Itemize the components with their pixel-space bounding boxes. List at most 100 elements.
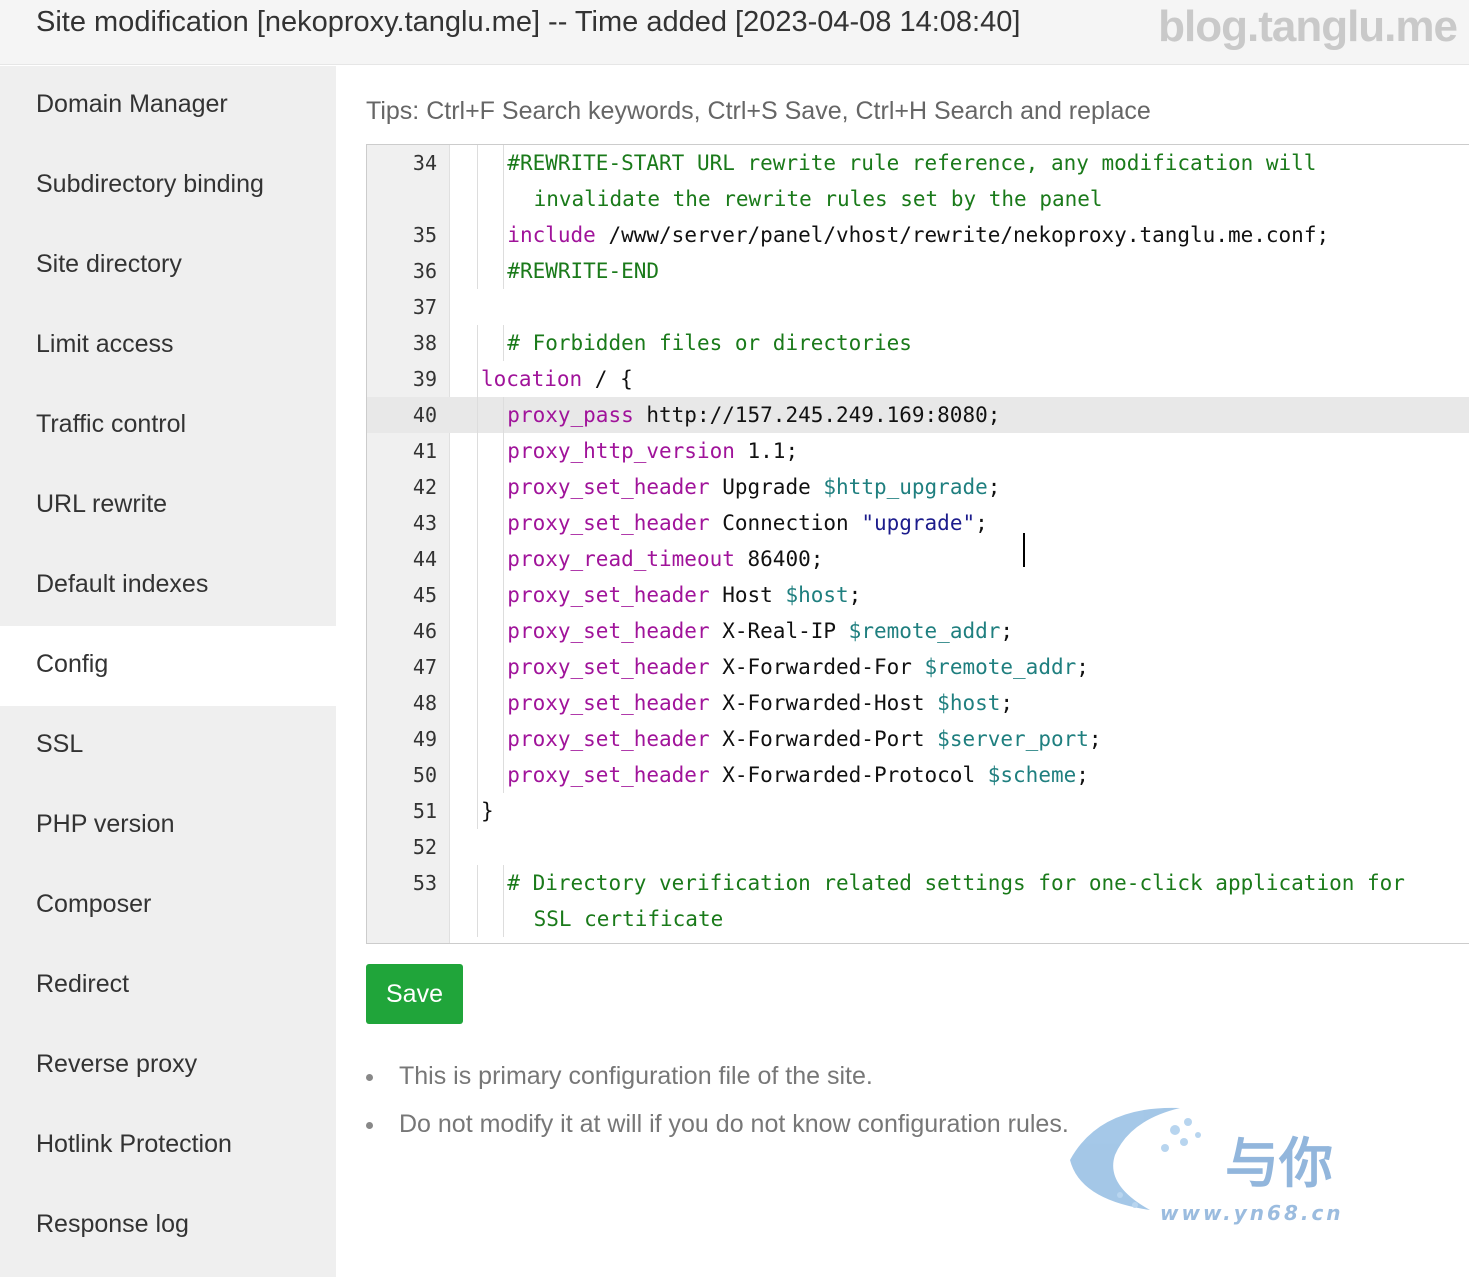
indent-guide [503,865,505,901]
code-line[interactable]: 46 proxy_set_header X-Real-IP $remote_add… [367,613,1469,649]
sidebar-item-label: Reverse proxy [36,1050,198,1078]
code-line[interactable]: 39 location / { [367,361,1469,397]
code-token: ; [1088,727,1102,751]
code-text: proxy_set_header X-Forwarded-Host $host; [507,685,1013,721]
indent-guide [503,217,505,253]
dialog-title: Site modification [nekoproxy.tanglu.me] … [36,6,1021,38]
sidebar-item-php-version[interactable]: PHP version [0,786,336,866]
indent-guide [503,721,505,757]
sidebar-item-ssl[interactable]: SSL [0,706,336,786]
code-line[interactable]: 45 proxy_set_header Host $host; [367,577,1469,613]
sidebar-item-label: Domain Manager [36,90,228,118]
indent-guide [477,397,478,433]
code-text: location / { [481,361,633,397]
indent-guide [503,397,505,433]
indent-guide [477,757,478,793]
sidebar-item-label: Composer [36,890,152,918]
code-line[interactable]: 51} [367,793,1469,829]
indent-guide [477,181,478,217]
code-line[interactable]: 49 proxy_set_header X-Forwarded-Port $ser… [367,721,1469,757]
sidebar-item-domain-manager[interactable]: Domain Manager [0,66,336,146]
code-line[interactable]: 44 proxy_read_timeout 86400; [367,541,1469,577]
indent-guide [477,361,478,397]
editor-tips: Tips: Ctrl+F Search keywords, Ctrl+S Sav… [366,97,1151,125]
indent-guide [477,541,478,577]
code-keyword: proxy_http_version [507,439,735,463]
config-code-editor[interactable]: 34 #REWRITE-START URL rewrite rule refere… [366,144,1469,944]
code-keyword: proxy_pass [507,403,634,427]
indent-guide [503,577,505,613]
code-line[interactable]: 41 proxy_http_version 1.1; [367,433,1469,469]
sidebar-item-limit-access[interactable]: Limit access [0,306,336,386]
code-variable: $http_upgrade [823,475,988,499]
text-cursor [1023,533,1025,567]
sidebar-item-label: Hotlink Protection [36,1130,232,1158]
sidebar-item-redirect[interactable]: Redirect [0,946,336,1026]
code-variable: $host [785,583,849,607]
code-text: proxy_pass http://157.245.249.169:8080; [507,397,1000,433]
code-text: proxy_set_header X-Forwarded-Protocol $s… [507,757,1089,793]
code-token: / { [582,367,633,391]
sidebar-item-traffic-control[interactable]: Traffic control [0,386,336,466]
line-number: 50 [412,763,437,787]
code-line[interactable]: invalidate the rewrite rules set by the … [367,181,1469,217]
code-variable: $remote_addr [848,619,1001,643]
code-line[interactable]: 34 #REWRITE-START URL rewrite rule refere… [367,145,1469,181]
sidebar-item-label: Subdirectory binding [36,170,264,198]
sidebar-item-config[interactable]: Config [0,626,336,706]
code-line[interactable]: 42 proxy_set_header Upgrade $http_upgrade… [367,469,1469,505]
indent-guide [503,901,505,937]
watermark-logo-cn: 与你 [1225,1132,1333,1195]
code-text: proxy_set_header X-Real-IP $remote_addr; [507,613,1013,649]
watermark-logo: 与你 www.yn68.cn [1070,1107,1344,1225]
code-text: } [481,793,494,829]
code-line[interactable]: 50 proxy_set_header X-Forwarded-Protocol … [367,757,1469,793]
code-line[interactable]: 48 proxy_set_header X-Forwarded-Host $hos… [367,685,1469,721]
code-line[interactable]: SSL certificate [367,901,1469,937]
code-variable: $host [937,691,1001,715]
sidebar-item-composer[interactable]: Composer [0,866,336,946]
code-line[interactable]: 53 # Directory verification related setti… [367,865,1469,901]
save-button[interactable]: Save [366,964,463,1024]
indent-guide [477,649,478,685]
indent-guide [477,865,478,901]
bullet-icon [366,1074,373,1081]
code-text: # Forbidden files or directories [507,325,912,361]
code-keyword: proxy_set_header [507,655,710,679]
sidebar-item-reverse-proxy[interactable]: Reverse proxy [0,1026,336,1106]
sidebar-item-hotlink-protection[interactable]: Hotlink Protection [0,1106,336,1186]
note-text: This is primary configuration file of th… [399,1062,873,1090]
line-number: 53 [412,871,437,895]
code-line[interactable]: 37 [367,289,1469,325]
line-number: 45 [412,583,437,607]
code-line[interactable]: 35 include /www/server/panel/vhost/rewrit… [367,217,1469,253]
indent-guide [503,757,505,793]
sidebar-item-url-rewrite[interactable]: URL rewrite [0,466,336,546]
code-keyword: proxy_set_header [507,511,710,535]
sidebar-item-subdirectory-binding[interactable]: Subdirectory binding [0,146,336,226]
sidebar-item-label: Response log [36,1210,189,1238]
line-number: 44 [412,547,437,571]
code-line[interactable]: 47 proxy_set_header X-Forwarded-For $remo… [367,649,1469,685]
code-area[interactable]: 34 #REWRITE-START URL rewrite rule refere… [367,145,1469,943]
code-token: ; [987,475,1001,499]
sidebar-item-site-directory[interactable]: Site directory [0,226,336,306]
code-line[interactable]: 38 # Forbidden files or directories [367,325,1469,361]
code-text: proxy_http_version 1.1; [507,433,798,469]
code-token: X-Real-IP [709,619,849,643]
code-line[interactable]: 43 proxy_set_header Connection "upgrade"; [367,505,1469,541]
code-line[interactable]: 36 #REWRITE-END [367,253,1469,289]
sidebar-item-default-indexes[interactable]: Default indexes [0,546,336,626]
code-text: SSL certificate [534,901,724,937]
code-keyword: proxy_set_header [507,619,710,643]
indent-guide [477,613,478,649]
code-line[interactable]: 52 [367,829,1469,865]
watermark-logo-url: www.yn68.cn [1160,1201,1344,1225]
code-line[interactable]: 40 proxy_pass http://157.245.249.169:8080… [367,397,1469,433]
line-number: 47 [412,655,437,679]
code-comment: invalidate the rewrite rules set by the … [533,187,1103,211]
blog-watermark: blog.tanglu.me [1158,2,1458,51]
indent-guide [477,145,478,181]
line-number: 37 [412,295,437,319]
sidebar-item-response-log[interactable]: Response log [0,1186,336,1266]
